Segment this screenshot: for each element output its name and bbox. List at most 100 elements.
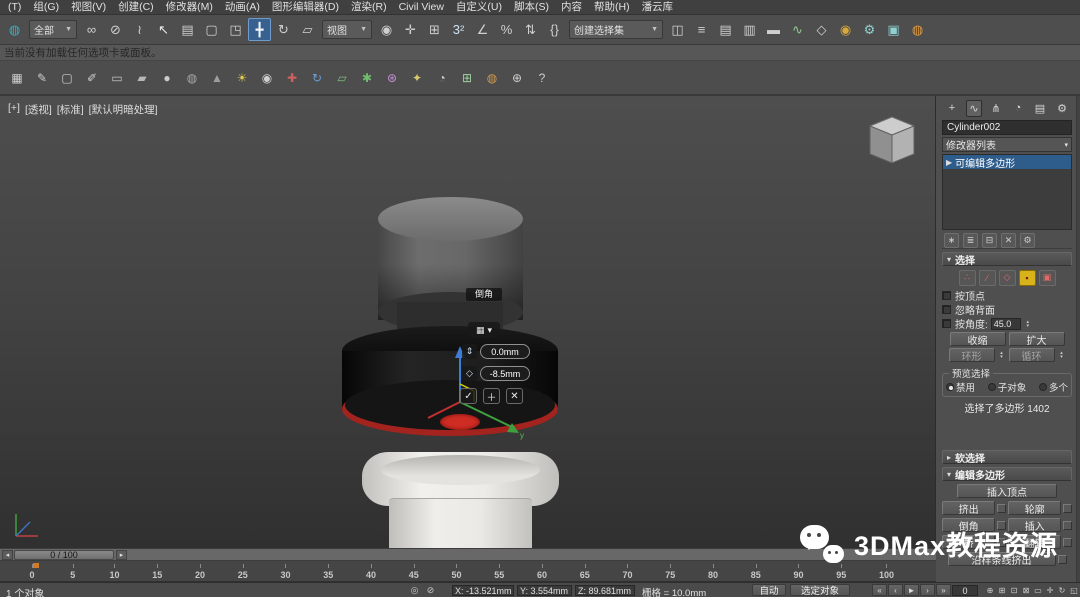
configure-modifier-sets-icon[interactable]: ⚙ [1020,233,1035,248]
track-bar[interactable]: 0510152025303540455055606570758085909510… [0,561,936,582]
named-selection-sets-icon[interactable]: {} [543,18,566,41]
zoom-extents-icon[interactable]: ⊡ [1008,584,1020,596]
caddy-cancel-button[interactable]: ✕ [506,388,523,404]
selection-filter-dropdown[interactable]: 全部 ▼ [29,20,77,39]
viewport-menu-general[interactable]: [+] [8,102,20,117]
select-and-link-icon[interactable]: ∞ [80,18,103,41]
sphere-primitive-icon[interactable]: ● [156,67,178,89]
settings-box-icon[interactable] [1063,538,1072,547]
edit-polygons-rollout-header[interactable]: ▾ 编辑多边形 [942,467,1072,481]
zoom-all-icon[interactable]: ⊞ [996,584,1008,596]
rendered-frame-icon[interactable]: ▣ [882,18,905,41]
by-vertex-checkbox[interactable]: 按顶点 [942,289,1072,302]
viewcube[interactable] [856,110,924,170]
menu-item[interactable]: Civil View [393,0,450,15]
select-object-icon[interactable]: ↖ [152,18,175,41]
caddy-ok-button[interactable]: ✓ [460,388,477,404]
menu-item[interactable]: (T) [2,0,27,15]
current-frame-marker[interactable] [33,563,39,568]
border-mode-icon[interactable]: ◇ [999,270,1016,286]
preview-subobject-radio[interactable]: 子对象 [988,380,1027,394]
selection-lock-icon[interactable]: ⊘ [424,584,437,596]
unlink-selection-icon[interactable]: ⊘ [104,18,127,41]
render-production-icon[interactable]: ◍ [906,18,929,41]
keyboard-override-icon[interactable]: ⊞ [423,18,446,41]
menu-item[interactable]: 组(G) [27,0,65,15]
current-frame-field[interactable]: 0 [952,585,978,596]
settings-box-icon[interactable] [997,504,1006,513]
go-to-end-button[interactable]: » [936,584,951,596]
grow-button[interactable]: 扩大 [1009,332,1065,346]
rectangular-selection-region-icon[interactable]: ▢ [200,18,223,41]
preview-disable-radio[interactable]: 禁用 [946,380,975,394]
modify-tab[interactable]: ∿ [966,100,982,117]
shrink-button[interactable]: 收缩 [950,332,1006,346]
capsule-primitive-icon[interactable]: ▰ [131,67,153,89]
insert-vertex-button[interactable]: 插入顶点 [957,484,1057,498]
motion-tab[interactable]: ◔ [1010,100,1026,117]
edit-poly-button[interactable]: 挤出 [942,501,995,515]
previous-frame-arrow[interactable]: ◂ [2,550,13,560]
spinner-snap-icon[interactable]: ⇅ [519,18,542,41]
isolate-selection-icon[interactable]: ◎ [408,584,421,596]
ring-button[interactable]: 环形 [949,348,995,362]
create-tab[interactable]: + [944,100,960,117]
modifier-list-dropdown[interactable]: 修改器列表 ▾ [942,137,1072,152]
menu-item[interactable]: 渲染(R) [345,0,393,15]
settings-box-icon[interactable] [1063,504,1072,513]
next-frame-button[interactable]: › [920,584,935,596]
z-coordinate-field[interactable]: Z: 89.681mm [575,585,635,596]
caddy-apply-button[interactable]: ＋ [483,388,500,404]
move-tool-icon[interactable]: ✚ [281,67,303,89]
viewport-menu-shading[interactable]: [默认明暗处理] [89,102,158,117]
sphere-check-icon[interactable]: ◍ [481,67,503,89]
object-name-field[interactable]: Cylinder002 [942,120,1072,135]
mirror-icon[interactable]: ◫ [666,18,689,41]
vertex-mode-icon[interactable]: ∴ [959,270,976,286]
align-icon[interactable]: ≡ [690,18,713,41]
ribbon-toggle-icon[interactable]: ▬ [762,18,785,41]
bottle-neck-object[interactable] [389,498,532,548]
show-end-result-icon[interactable]: ≣ [963,233,978,248]
angle-snap-icon[interactable]: ∠ [471,18,494,41]
disc-primitive-icon[interactable]: ◍ [181,67,203,89]
select-and-move-icon[interactable]: ╋ [248,18,271,41]
display-tab[interactable]: ▤ [1032,100,1048,117]
ignore-backfacing-checkbox[interactable]: 忽略背面 [942,303,1072,316]
render-setup-icon[interactable]: ⚙ [858,18,881,41]
angle-value-field[interactable]: 45.0 [991,318,1021,330]
y-coordinate-field[interactable]: Y: 3.554mm [517,585,572,596]
snaps-toggle-icon[interactable]: 3² [447,18,470,41]
perspective-viewport[interactable]: [+] [透视] [标准] [默认明暗处理] [0,96,936,548]
bevel-type-button[interactable]: ▦ ▾ [468,322,500,338]
spinner-icon[interactable]: ▴▾ [1058,351,1066,359]
polygon-modeling-icon[interactable]: ▦ [6,67,28,89]
key-filter-button[interactable]: 选定对象 [790,584,850,596]
element-mode-icon[interactable]: ▣ [1039,270,1056,286]
curve-editor-icon[interactable]: ∿ [786,18,809,41]
marker-icon[interactable]: ✦ [406,67,428,89]
by-angle-checkbox[interactable]: 按角度: [942,317,988,330]
cylinder-object-top-cap[interactable] [378,197,523,241]
menu-item[interactable]: 修改器(M) [160,0,219,15]
use-pivot-center-icon[interactable]: ◉ [375,18,398,41]
play-button[interactable]: ► [904,584,919,596]
menu-item[interactable]: 内容 [555,0,588,15]
object-paint-icon[interactable]: ✐ [81,67,103,89]
select-and-manipulate-icon[interactable]: ✛ [399,18,422,41]
spinner-icon[interactable]: ▴▾ [1024,320,1032,328]
soft-selection-rollout-header[interactable]: ▸ 软选择 [942,450,1072,464]
plant-icon[interactable]: ✱ [356,67,378,89]
settings-box-icon[interactable] [1063,521,1072,530]
edit-poly-button[interactable]: 轮廓 [1008,501,1061,515]
modifier-stack-item[interactable]: ▶ 可编辑多边形 [943,155,1071,169]
field-of-view-icon[interactable]: ▭ [1032,584,1044,596]
schematic-view-icon[interactable]: ◇ [810,18,833,41]
box-primitive-icon[interactable]: ▭ [106,67,128,89]
modifier-stack[interactable]: ▶ 可编辑多边形 [942,154,1072,230]
menu-item[interactable]: 创建(C) [112,0,160,15]
spinner-icon[interactable]: ▴▾ [998,351,1006,359]
make-unique-icon[interactable]: ⊟ [982,233,997,248]
zoom-extents-all-icon[interactable]: ⊠ [1020,584,1032,596]
select-and-scale-icon[interactable]: ▱ [296,18,319,41]
